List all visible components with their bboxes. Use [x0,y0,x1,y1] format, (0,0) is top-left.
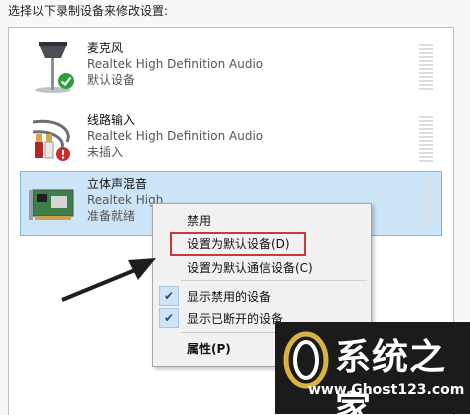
watermark-url: www.Ghost123.com [308,382,465,398]
watermark-logo: 系统之家 www.Ghost123.com [275,322,470,414]
logo-swirl-icon [283,331,329,389]
watermark-title: 系统之家 [335,336,447,414]
